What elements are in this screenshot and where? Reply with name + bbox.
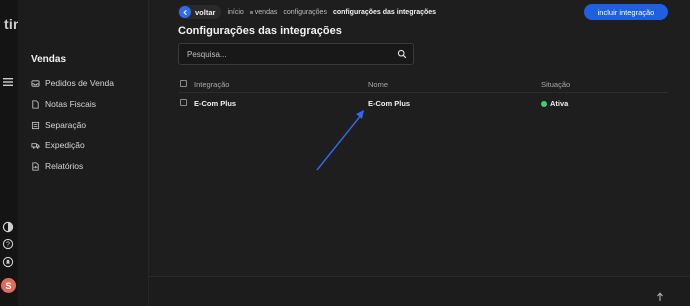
main-content: voltar início vendas configurações confi… xyxy=(149,0,690,306)
report-icon xyxy=(32,161,39,171)
select-all-checkbox[interactable] xyxy=(180,80,187,87)
sidebar-item-label: Relatórios xyxy=(45,161,84,171)
search-box xyxy=(178,43,414,65)
document-icon xyxy=(32,99,39,109)
sidebar-item-notas-fiscais[interactable]: Notas Fiscais xyxy=(31,97,96,111)
sidebar-item-relatorios[interactable]: Relatórios xyxy=(31,159,83,173)
avatar[interactable]: S xyxy=(1,278,16,293)
table-row[interactable]: E-Com Plus E-Com Plus Ativa xyxy=(178,96,668,112)
breadcrumb-item-current: configurações das integrações xyxy=(332,8,437,16)
app-window: tiny● ? S Vendas Pedidos de Venda Notas … xyxy=(0,0,690,306)
back-button[interactable]: voltar xyxy=(178,5,222,19)
menu-icon[interactable] xyxy=(1,75,15,89)
search-icon[interactable] xyxy=(397,49,407,59)
search-input[interactable] xyxy=(179,44,389,64)
help-icon[interactable]: ? xyxy=(1,237,15,251)
cell-integracao[interactable]: E-Com Plus xyxy=(194,99,236,108)
breadcrumb: voltar início vendas configurações confi… xyxy=(178,4,436,20)
sidebar-item-expedicao[interactable]: Expedição xyxy=(31,138,85,152)
column-header-integracao[interactable]: Integração xyxy=(194,80,229,89)
back-button-label: voltar xyxy=(195,7,216,17)
contrast-icon[interactable] xyxy=(1,220,15,234)
sidebar-item-label: Pedidos de Venda xyxy=(45,78,115,88)
breadcrumb-item-inicio[interactable]: início xyxy=(227,9,243,16)
sidebar-item-label: Notas Fiscais xyxy=(45,99,97,109)
sidebar-title: Vendas xyxy=(31,54,67,65)
sidebar-item-label: Expedição xyxy=(45,140,85,150)
breadcrumb-item-vendas[interactable]: vendas xyxy=(255,9,278,16)
status-active-icon xyxy=(541,100,547,107)
arrow-up-icon[interactable] xyxy=(656,292,664,302)
incluir-integracao-button[interactable]: incluir integração xyxy=(584,4,668,20)
column-header-nome[interactable]: Nome xyxy=(368,80,388,89)
cell-situacao: Ativa xyxy=(541,99,568,108)
chevron-left-icon xyxy=(179,6,191,18)
list-icon xyxy=(31,121,40,129)
icon-rail: tiny● ? S xyxy=(0,0,33,306)
sidebar-item-pedidos-de-venda[interactable]: Pedidos de Venda xyxy=(31,76,114,90)
sidebar: Vendas Pedidos de Venda Notas Fiscais Se… xyxy=(18,0,149,306)
table-header: Integração Nome Situação xyxy=(178,77,668,93)
page-title: Configurações das integrações xyxy=(178,25,342,37)
status-badge: Ativa xyxy=(550,99,569,108)
row-checkbox[interactable] xyxy=(180,99,187,106)
annotation-arrow-icon xyxy=(316,110,364,171)
inbox-icon xyxy=(31,79,40,87)
footer-bar xyxy=(149,276,690,306)
sidebar-item-label: Separação xyxy=(45,120,87,130)
bell-icon[interactable] xyxy=(1,255,15,269)
column-header-situacao[interactable]: Situação xyxy=(541,80,570,89)
cell-nome[interactable]: E-Com Plus xyxy=(368,99,410,108)
svg-text:?: ? xyxy=(6,241,10,248)
breadcrumb-item-configuracoes[interactable]: configurações xyxy=(283,9,327,16)
truck-icon xyxy=(31,142,40,149)
sidebar-item-separacao[interactable]: Separação xyxy=(31,118,86,132)
breadcrumb-separator-icon xyxy=(249,10,253,14)
